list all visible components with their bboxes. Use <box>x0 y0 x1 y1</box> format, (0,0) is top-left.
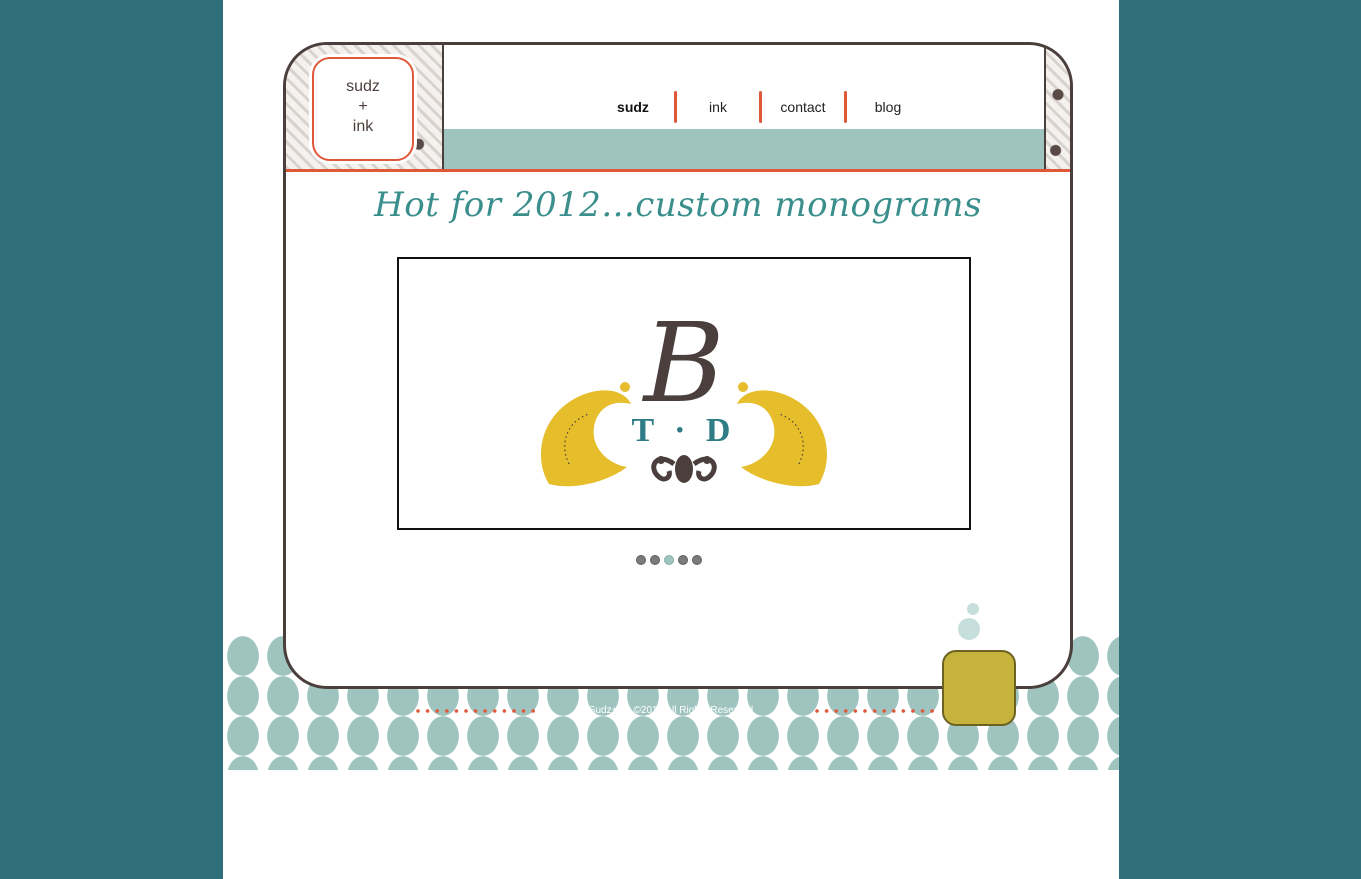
gold-flourish-left-icon <box>541 382 631 487</box>
slideshow-image[interactable]: B T · D <box>397 257 971 530</box>
logo-text-line2: + <box>358 98 368 115</box>
slideshow-pager <box>636 555 702 565</box>
page-column: sudz + ink sudz ink contact blog Hot for… <box>223 0 1119 879</box>
page-headline: Hot for 2012...custom monograms <box>374 185 982 225</box>
header-teal-strip <box>444 129 1044 169</box>
nav-item-sudz[interactable]: sudz <box>592 99 674 115</box>
gold-flourish-right-icon <box>737 382 827 487</box>
bubble-icon <box>958 618 980 640</box>
footer-dotted-line-right <box>815 709 935 713</box>
damask-panel-right <box>1044 45 1070 169</box>
nav-item-contact[interactable]: contact <box>762 99 844 115</box>
monogram-initial: B <box>642 299 725 427</box>
nav-item-ink[interactable]: ink <box>677 99 759 115</box>
pager-dot[interactable] <box>650 555 660 565</box>
bubble-icon <box>967 603 979 615</box>
logo-text-line3: ink <box>352 118 374 135</box>
scallop-border <box>444 125 1044 133</box>
gold-label-tag <box>942 650 1016 726</box>
pager-dot[interactable] <box>636 555 646 565</box>
content-card: sudz + ink sudz ink contact blog Hot for… <box>283 42 1073 689</box>
scroll-ornament-icon <box>651 455 717 483</box>
main-nav: sudz ink contact blog <box>592 90 929 124</box>
pager-dot[interactable] <box>678 555 688 565</box>
monogram-sub: T · D <box>632 412 737 449</box>
pager-dot[interactable] <box>692 555 702 565</box>
monogram-artwork: B T · D <box>541 299 827 487</box>
header-rule <box>286 169 1070 172</box>
logo[interactable]: sudz + ink <box>312 57 414 161</box>
pager-dot-active[interactable] <box>664 555 674 565</box>
logo-text-line1: sudz <box>346 78 380 95</box>
header: sudz + ink sudz ink contact blog <box>286 45 1070 169</box>
nav-item-blog[interactable]: blog <box>847 99 929 115</box>
